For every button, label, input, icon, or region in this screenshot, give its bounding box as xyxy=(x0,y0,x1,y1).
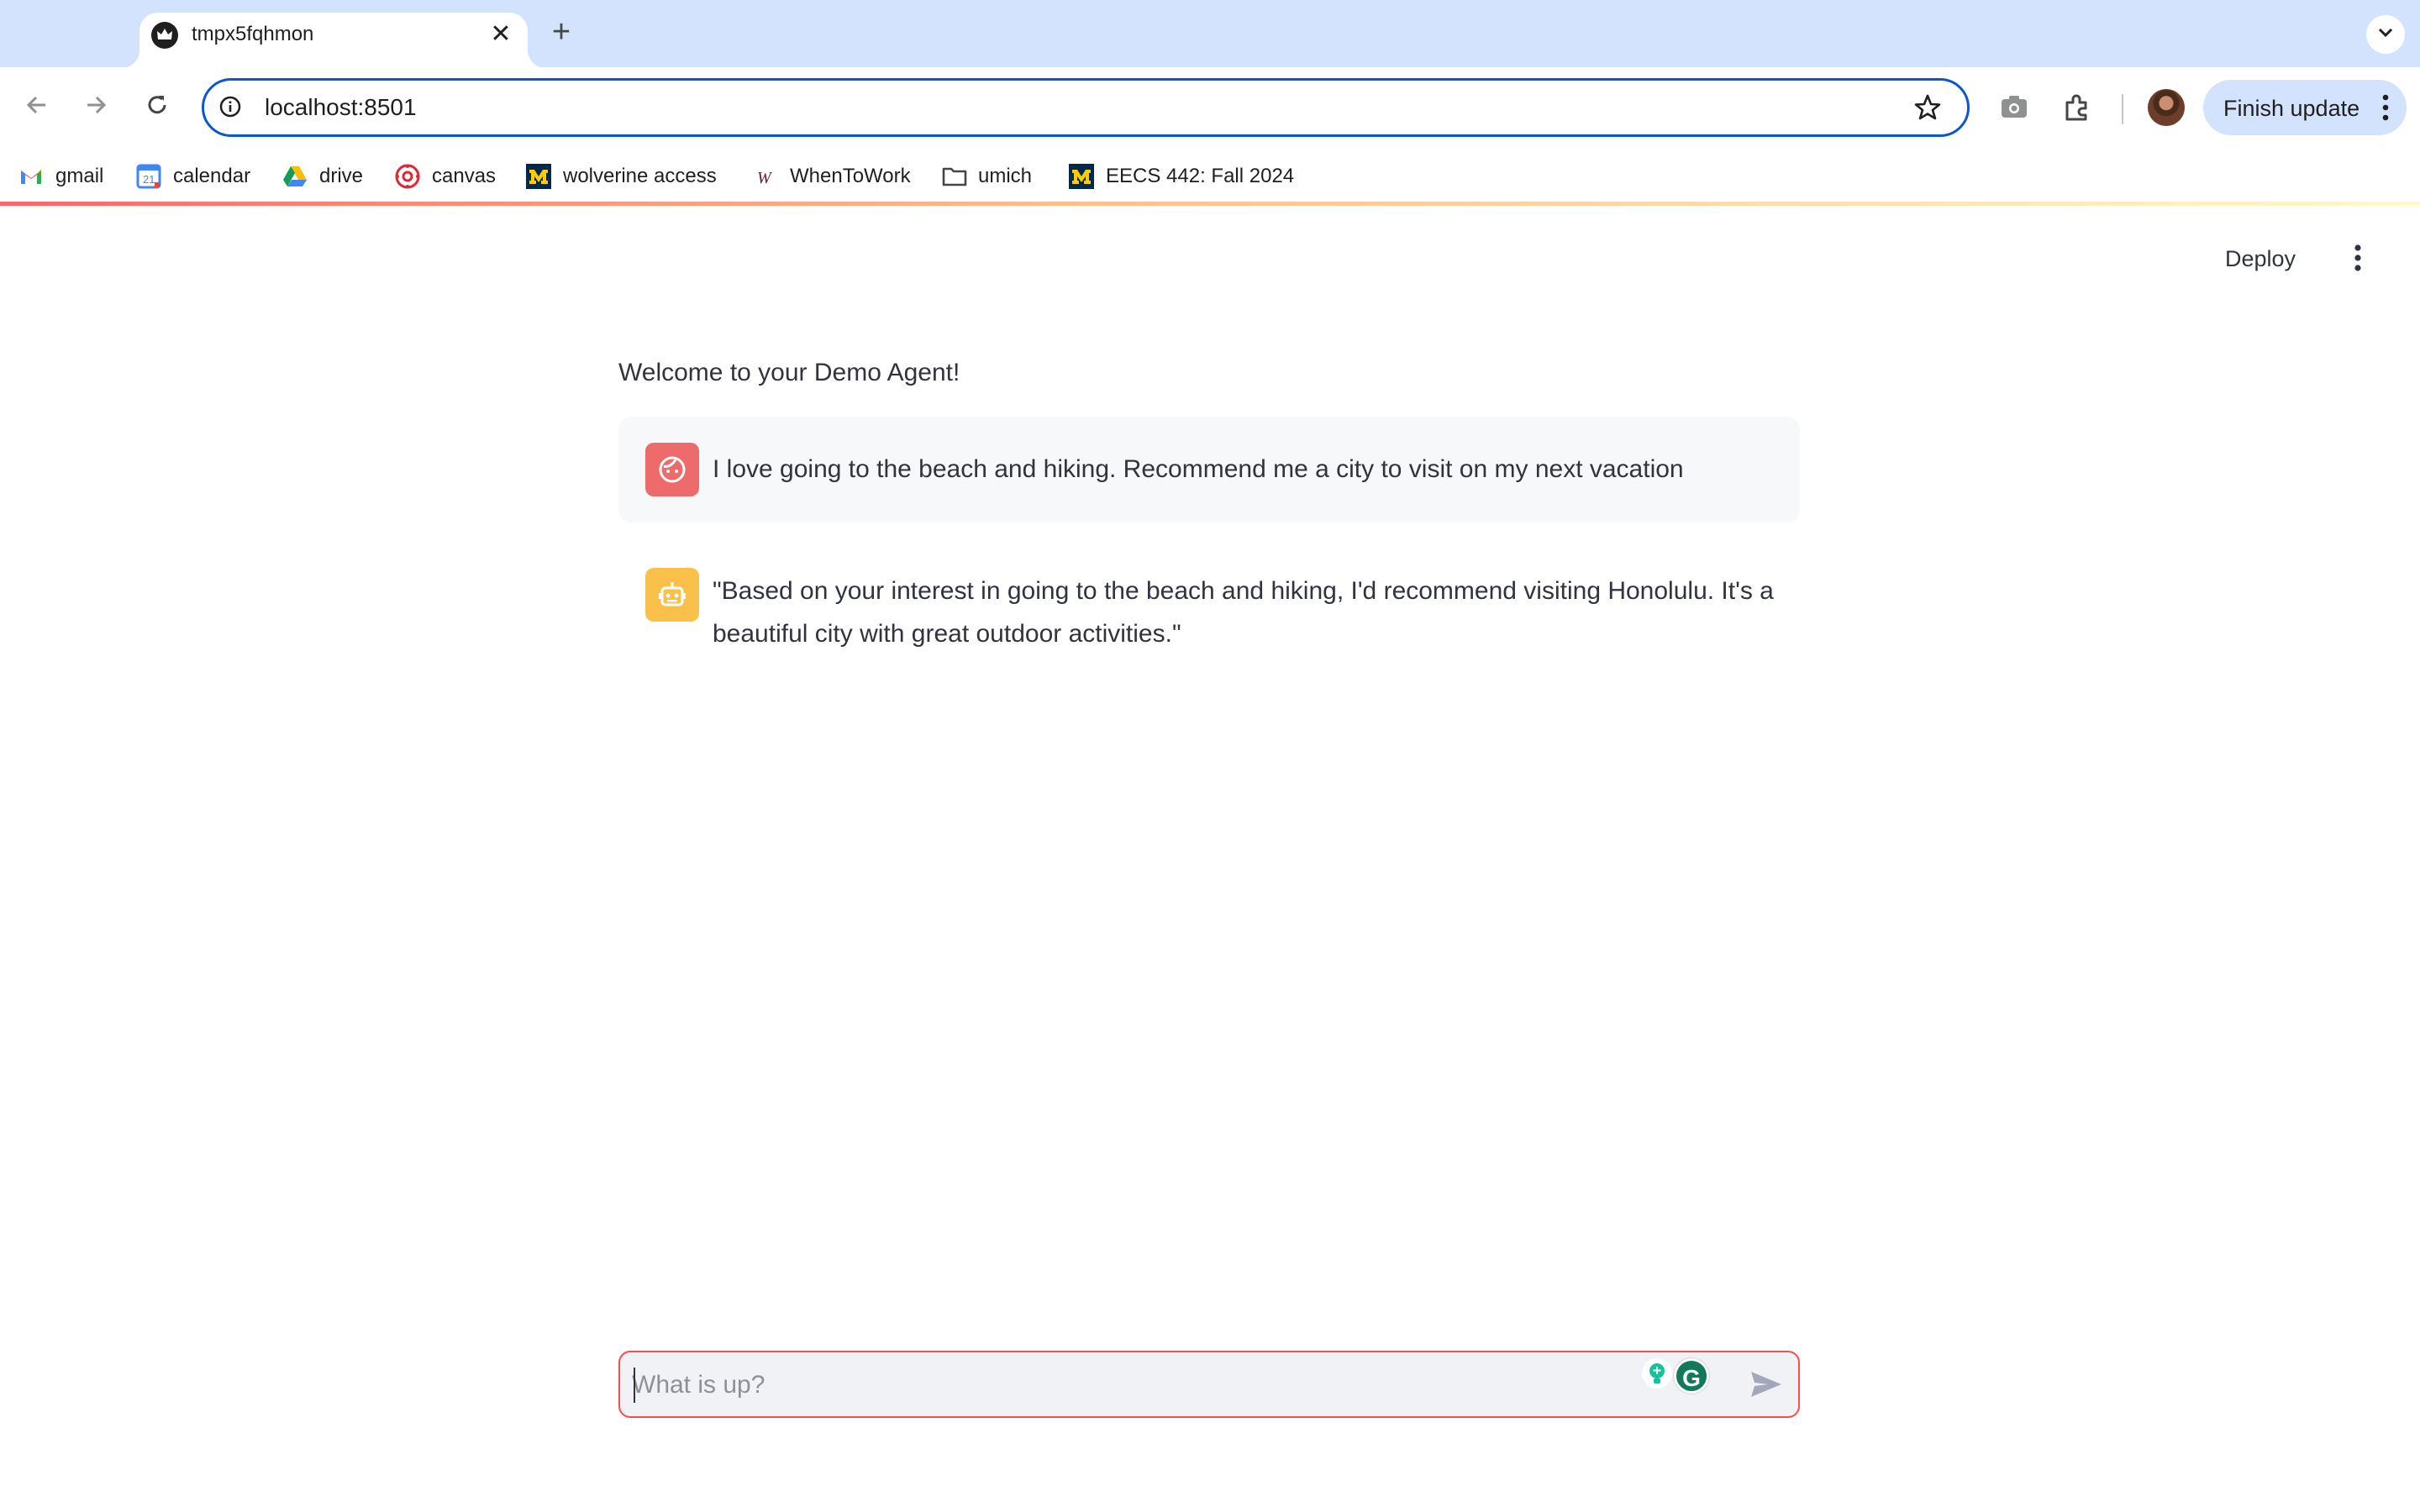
bookmark-label: gmail xyxy=(55,165,104,187)
gmail-icon xyxy=(18,164,44,189)
folder-icon xyxy=(941,164,967,189)
more-vert-icon xyxy=(2381,93,2390,126)
calendar-icon: 21 xyxy=(136,164,161,189)
address-url: localhost:8501 xyxy=(265,94,417,120)
bookmark-wolverine-access[interactable]: wolverine access xyxy=(526,161,717,192)
bookmark-label: wolverine access xyxy=(563,165,717,187)
new-tab-button[interactable]: + xyxy=(544,16,578,50)
forward-button[interactable] xyxy=(77,87,114,123)
welcome-text: Welcome to your Demo Agent! xyxy=(618,359,960,386)
text-caret xyxy=(634,1368,635,1403)
grammarly-suggestion-icon[interactable] xyxy=(1642,1358,1672,1389)
app-header: Deploy xyxy=(0,206,2420,290)
bookmark-label: EECS 442: Fall 2024 xyxy=(1106,165,1295,187)
chat-message-text: I love going to the beach and hiking. Re… xyxy=(713,455,1684,483)
reload-icon xyxy=(148,96,166,114)
bookmark-label: calendar xyxy=(173,165,251,187)
site-info-icon[interactable] xyxy=(218,94,243,119)
bookmark-whentowork[interactable]: W WhenToWork xyxy=(753,161,911,192)
bookmark-label: umich xyxy=(978,165,1033,187)
back-arrow-icon xyxy=(26,96,45,114)
robot-icon xyxy=(645,568,699,622)
bookmark-canvas[interactable]: canvas xyxy=(395,161,496,192)
finish-update-label: Finish update xyxy=(2223,96,2360,121)
camera-icon[interactable] xyxy=(2000,94,2028,123)
tab-strip: tmpx5fqhmon ✕ + xyxy=(0,0,2420,68)
bookmark-label: drive xyxy=(319,165,364,187)
grammarly-icon[interactable]: G xyxy=(1674,1358,1709,1394)
bookmark-umich-folder[interactable]: umich xyxy=(941,161,1032,192)
tab-close-icon[interactable]: ✕ xyxy=(486,19,516,50)
bookmark-drive[interactable]: drive xyxy=(282,161,363,192)
tab-title: tmpx5fqhmon xyxy=(192,23,314,45)
whentowork-icon: W xyxy=(753,164,778,189)
umich-m-icon xyxy=(1069,164,1094,189)
extensions-puzzle-icon[interactable] xyxy=(2062,92,2092,127)
profile-avatar[interactable] xyxy=(2148,89,2185,126)
bookmark-label: canvas xyxy=(432,165,497,187)
address-bar[interactable]: localhost:8501 xyxy=(202,78,1970,137)
deploy-button[interactable]: Deploy xyxy=(2225,246,2296,272)
bookmark-gmail[interactable]: gmail xyxy=(18,161,103,192)
bookmark-calendar[interactable]: 21 calendar xyxy=(136,161,250,192)
back-button[interactable] xyxy=(18,87,55,123)
main-menu-button[interactable] xyxy=(2341,241,2375,275)
user-face-icon xyxy=(645,443,699,496)
browser-toolbar: localhost:8501 Finish update xyxy=(0,67,2420,151)
chat-main: Welcome to your Demo Agent! I love going… xyxy=(618,353,1800,648)
streamlit-crown-icon xyxy=(151,22,178,49)
chat-input[interactable] xyxy=(632,1364,1472,1406)
svg-text:W: W xyxy=(757,169,773,187)
chat-message-user: I love going to the beach and hiking. Re… xyxy=(618,417,1800,522)
chevron-down-icon xyxy=(2378,28,2393,38)
bookmarks-bar: gmail 21 calendar drive canvas wolverine… xyxy=(0,151,2420,202)
bookmark-label: WhenToWork xyxy=(790,165,911,187)
drive-icon xyxy=(282,164,308,189)
tab-search-button[interactable] xyxy=(2366,15,2405,54)
toolbar-divider xyxy=(2122,94,2123,124)
finish-update-button[interactable]: Finish update xyxy=(2203,80,2407,135)
forward-arrow-icon xyxy=(87,96,107,114)
bookmark-star-icon[interactable] xyxy=(1913,93,1942,126)
umich-m-icon xyxy=(526,164,551,189)
chat-message-assistant: "Based on your interest in going to the … xyxy=(618,548,1800,648)
reload-button[interactable] xyxy=(139,87,176,123)
tab-active[interactable]: tmpx5fqhmon ✕ xyxy=(121,13,546,68)
more-vert-icon xyxy=(2354,244,2361,271)
calendar-icon-number: 21 xyxy=(143,173,155,186)
send-icon[interactable] xyxy=(1749,1369,1783,1404)
canvas-icon xyxy=(395,164,420,189)
chat-message-text: "Based on your interest in going to the … xyxy=(713,577,1774,648)
bookmark-eecs442[interactable]: EECS 442: Fall 2024 xyxy=(1069,161,1294,192)
chat-input-container: G xyxy=(618,1351,1800,1418)
